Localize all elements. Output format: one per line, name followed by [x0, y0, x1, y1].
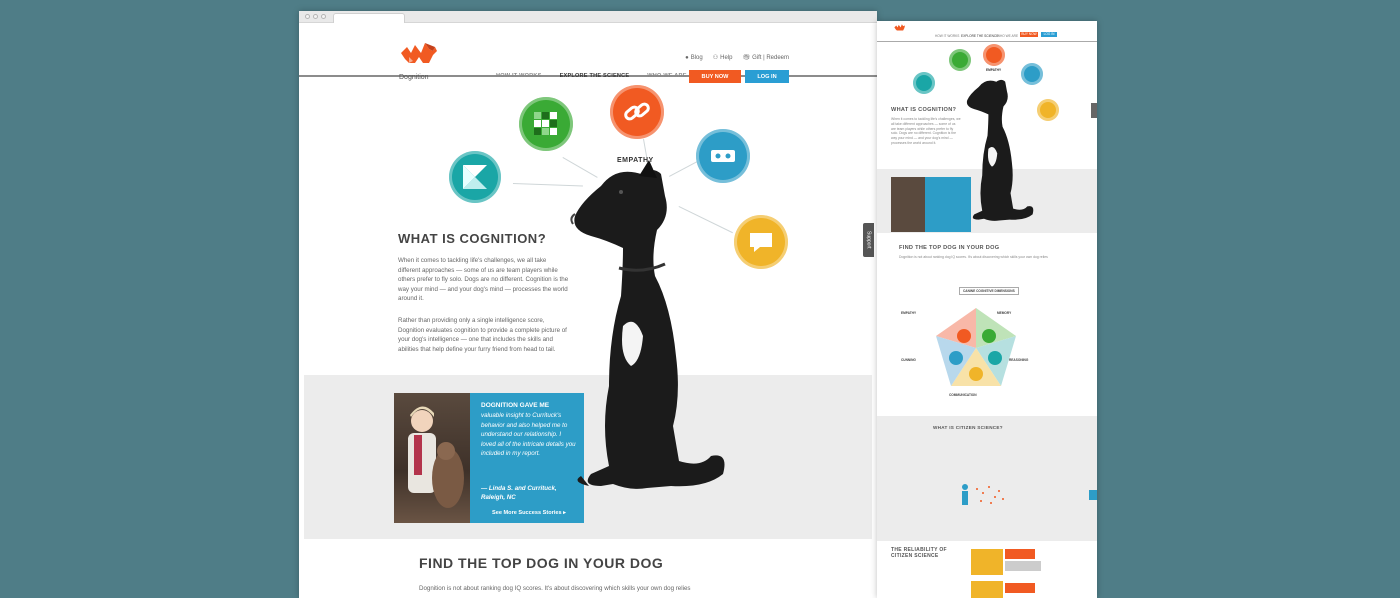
- support-tab[interactable]: Support: [863, 223, 874, 257]
- preview-nav-explore: EXPLORE THE SCIENCE: [961, 34, 999, 38]
- find-top-dog-heading: FIND THE TOP DOG IN YOUR DOG: [419, 555, 664, 571]
- blog-link[interactable]: ● Blog: [685, 54, 703, 61]
- preview-reliability-heading: THE RELIABILITY OF CITIZEN SCIENCE: [891, 547, 947, 559]
- nav-who-we-are[interactable]: WHO WE ARE: [647, 73, 686, 79]
- preview-login-button: LOG IN: [1041, 32, 1057, 37]
- speech-bubble-icon: [750, 233, 772, 252]
- preview-cunning-icon: [913, 72, 935, 94]
- preview-reliability-bar: [1005, 583, 1035, 593]
- preview-dim-reasoning: REASONING: [1009, 358, 1029, 362]
- preview-map-graphic: [962, 484, 1004, 505]
- main-nav: HOW IT WORKS EXPLORE THE SCIENCE WHO WE …: [496, 73, 687, 79]
- preview-header: HOW IT WORKS EXPLORE THE SCIENCE WHO WE …: [877, 21, 1097, 42]
- maximize-dot[interactable]: [321, 14, 326, 19]
- preview-nav-who: WHO WE ARE: [997, 34, 1019, 38]
- preview-reliability-bar: [1005, 561, 1041, 571]
- preview-scroll-handle[interactable]: [1091, 103, 1097, 118]
- preview-pentagon-chart: [936, 308, 1016, 386]
- nav-explore-the-science[interactable]: EXPLORE THE SCIENCE: [560, 73, 630, 79]
- memory-dimension-icon[interactable]: [519, 97, 573, 151]
- testimonial-photo: [394, 393, 470, 523]
- empathy-dimension-icon[interactable]: [610, 85, 664, 139]
- buy-now-button[interactable]: BUY NOW: [689, 70, 741, 83]
- chain-link-icon: [624, 102, 650, 121]
- window-controls: [305, 14, 326, 19]
- log-in-button[interactable]: LOG IN: [745, 70, 789, 83]
- close-dot[interactable]: [305, 14, 310, 19]
- preview-find-text: Dognition is not about ranking dog IQ sc…: [899, 255, 1048, 259]
- preview-reliability-chart-tile: [971, 549, 1003, 575]
- preview-dog-image: [966, 79, 1034, 221]
- cunning-dimension-icon[interactable]: [449, 151, 501, 203]
- preview-cognition-text: When it comes to tackling life's challen…: [891, 117, 961, 145]
- memory-grid-icon: [534, 112, 557, 135]
- preview-dimensions-label: CANINE COGNITIVE DIMENSIONS: [959, 287, 1019, 295]
- desktop-browser-window: Dognition ● Blog ⚇ Help 🎁︎ Gift | Redeem HO…: [299, 11, 877, 598]
- browser-chrome: [299, 11, 877, 23]
- full-page-preview: HOW IT WORKS EXPLORE THE SCIENCE WHO WE …: [877, 21, 1097, 598]
- see-more-stories-link[interactable]: See More Success Stories ▸: [481, 510, 577, 516]
- preview-buy-button: BUY NOW: [1020, 32, 1038, 37]
- testimonial-heading: DOGNITION GAVE ME: [481, 402, 550, 409]
- browser-tab[interactable]: [333, 13, 405, 23]
- preview-empathy-icon: [983, 44, 1005, 66]
- chat-bubble-icon: ●: [685, 54, 689, 61]
- preview-find-heading: FIND THE TOP DOG IN YOUR DOG: [899, 245, 1000, 251]
- preview-feedback-tab[interactable]: [1089, 490, 1097, 500]
- preview-dim-communication: COMMUNICATION: [949, 393, 977, 397]
- preview-dim-empathy: EMPATHY: [901, 311, 917, 315]
- logo-wordmark: Dognition: [399, 74, 429, 81]
- utility-links: ● Blog ⚇ Help 🎁︎ Gift | Redeem: [685, 54, 789, 62]
- preview-nav-how: HOW IT WORKS: [935, 34, 960, 38]
- preview-cognition-heading: WHAT IS COGNITION?: [891, 107, 957, 113]
- gift-icon: 🎁︎: [742, 55, 751, 61]
- dognition-logo-icon[interactable]: [399, 35, 439, 75]
- help-link[interactable]: ⚇ Help: [712, 54, 733, 62]
- preview-dim-cunning: CUNNING: [901, 358, 916, 362]
- preview-reliability-chart-tile: [971, 581, 1003, 598]
- cognition-paragraph-1: When it comes to tackling life's challen…: [398, 257, 569, 302]
- preview-reliability-bar: [1005, 549, 1035, 559]
- cognition-paragraph-2: Rather than providing only a single inte…: [398, 317, 567, 353]
- preview-dim-memory: MEMORY: [997, 311, 1012, 315]
- help-people-icon: ⚇: [712, 55, 719, 61]
- preview-memory-icon: [949, 49, 971, 71]
- preview-citizen-heading: WHAT IS CITIZEN SCIENCE?: [933, 425, 1003, 430]
- nav-how-it-works[interactable]: HOW IT WORKS: [496, 73, 542, 79]
- find-top-dog-paragraph: Dognition is not about ranking dog IQ sc…: [419, 585, 691, 592]
- gift-redeem-link[interactable]: 🎁︎ Gift | Redeem: [742, 54, 789, 62]
- cunning-icon: [463, 165, 487, 189]
- great-dane-dog-image: [570, 160, 725, 489]
- what-is-cognition-heading: WHAT IS COGNITION?: [398, 231, 547, 246]
- preview-logo-icon: [894, 24, 905, 31]
- minimize-dot[interactable]: [313, 14, 318, 19]
- site-header: Dognition ● Blog ⚇ Help 🎁︎ Gift | Redeem HO…: [299, 23, 877, 83]
- preview-testimonial-photo: [891, 177, 925, 232]
